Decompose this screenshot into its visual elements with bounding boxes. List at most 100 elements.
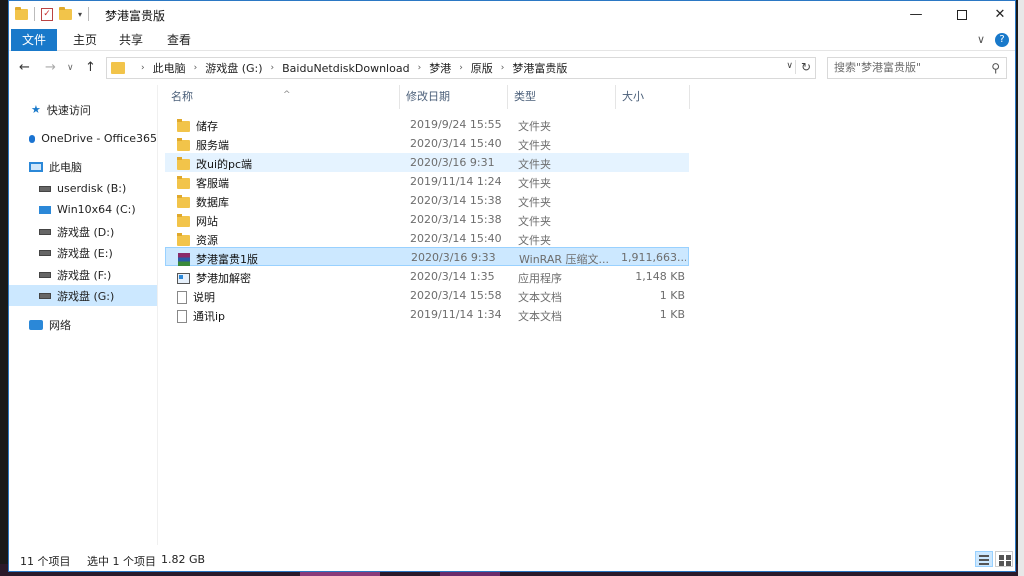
- nav-network[interactable]: 网络: [9, 314, 157, 335]
- chevron-right-icon[interactable]: ›: [194, 63, 198, 73]
- file-date: 2020/3/14 15:38: [410, 194, 502, 207]
- search-icon[interactable]: ⚲: [991, 58, 1000, 78]
- file-row[interactable]: 数据库 2020/3/14 15:38 文件夹: [165, 191, 689, 210]
- file-name: 客服端: [196, 177, 229, 190]
- chevron-right-icon[interactable]: ›: [418, 63, 422, 73]
- file-type: 文件夹: [518, 158, 551, 171]
- title-bar: ✓ ▾ 梦港富贵版 — ✕: [9, 1, 1015, 29]
- tab-home[interactable]: 主页: [61, 29, 109, 51]
- nav-drive-b[interactable]: userdisk (B:): [9, 178, 157, 199]
- expand-ribbon-icon[interactable]: ∨: [977, 33, 985, 47]
- nav-item-label: 网络: [49, 318, 71, 332]
- tab-view[interactable]: 查看: [155, 29, 203, 51]
- breadcrumb-current[interactable]: 梦港富贵版: [512, 60, 567, 76]
- file-type: 文本文档: [518, 291, 562, 304]
- breadcrumb-drive-g[interactable]: 游戏盘 (G:): [205, 60, 262, 76]
- folder-icon: [111, 62, 125, 74]
- recent-locations-button[interactable]: ∨: [67, 63, 74, 73]
- minimize-button[interactable]: —: [893, 1, 939, 29]
- nav-drive-f[interactable]: 游戏盘 (F:): [9, 264, 157, 285]
- file-date: 2020/3/14 15:58: [410, 289, 502, 302]
- chevron-right-icon[interactable]: ›: [459, 63, 463, 73]
- breadcrumb-original[interactable]: 原版: [471, 60, 493, 76]
- file-name: 储存: [196, 120, 218, 133]
- pc-icon: [29, 161, 43, 172]
- nav-this-pc[interactable]: 此电脑: [9, 156, 157, 177]
- file-row[interactable]: 网站 2020/3/14 15:38 文件夹: [165, 210, 689, 229]
- maximize-button[interactable]: [939, 1, 985, 29]
- breadcrumb-baidu[interactable]: BaiduNetdiskDownload: [282, 62, 409, 75]
- ribbon-tabs: 文件 主页 共享 查看 ∨ ?: [9, 29, 1015, 51]
- file-row[interactable]: 储存 2019/9/24 15:55 文件夹: [165, 115, 689, 134]
- file-type: 文件夹: [518, 234, 551, 247]
- nav-drive-e[interactable]: 游戏盘 (E:): [9, 242, 157, 263]
- file-size: 1 KB: [659, 289, 685, 302]
- file-date: 2019/9/24 15:55: [410, 118, 502, 131]
- up-button[interactable]: ↑: [85, 60, 96, 75]
- quick-access-toolbar: ✓ ▾: [15, 6, 90, 21]
- nav-drive-d[interactable]: 游戏盘 (D:): [9, 221, 157, 242]
- refresh-icon[interactable]: ↻: [794, 60, 811, 74]
- winrar-archive-icon: [178, 252, 190, 266]
- nav-drive-c[interactable]: Win10x64 (C:): [9, 199, 157, 220]
- file-row[interactable]: 改ui的pc端 2020/3/16 9:31 文件夹: [165, 153, 689, 172]
- file-type: WinRAR 压缩文...: [519, 253, 610, 266]
- item-count: 11 个项目: [20, 555, 71, 568]
- large-icons-view-button[interactable]: [995, 551, 1013, 567]
- file-name: 资源: [196, 234, 218, 247]
- nav-drive-g[interactable]: 游戏盘 (G:): [9, 285, 157, 306]
- folder-icon: [15, 6, 28, 20]
- selection-size: 1.82 GB: [161, 553, 206, 566]
- file-row[interactable]: 梦港加解密 2020/3/14 1:35 应用程序 1,148 KB: [165, 267, 689, 286]
- drive-icon: [39, 249, 51, 256]
- file-date: 2019/11/14 1:24: [410, 175, 502, 188]
- file-row[interactable]: 客服端 2019/11/14 1:24 文件夹: [165, 172, 689, 191]
- nav-item-label: 快速访问: [46, 103, 91, 117]
- file-name: 梦港加解密: [196, 272, 251, 285]
- search-input[interactable]: 搜索"梦港富贵版" ⚲: [827, 57, 1007, 79]
- folder-icon: [177, 194, 190, 208]
- column-header-type[interactable]: 类型: [508, 85, 616, 109]
- breadcrumb-this-pc[interactable]: 此电脑: [153, 60, 186, 76]
- back-button[interactable]: ←: [19, 60, 30, 75]
- file-row[interactable]: 说明 2020/3/14 15:58 文本文档 1 KB: [165, 286, 689, 305]
- chevron-right-icon[interactable]: ›: [501, 63, 505, 73]
- cloud-icon: [29, 134, 36, 143]
- chevron-right-icon[interactable]: ›: [141, 63, 145, 73]
- file-row[interactable]: 通讯ip 2019/11/14 1:34 文本文档 1 KB: [165, 305, 689, 324]
- properties-icon[interactable]: ✓: [41, 7, 53, 21]
- nav-item-label: OneDrive - Office365: [41, 132, 157, 145]
- breadcrumb-menggang[interactable]: 梦港: [429, 60, 451, 76]
- pane-divider[interactable]: [157, 85, 158, 545]
- column-header-size[interactable]: 大小: [616, 85, 690, 109]
- column-header-name[interactable]: 名称 ^: [165, 85, 400, 109]
- file-row[interactable]: 服务端 2020/3/14 15:40 文件夹: [165, 134, 689, 153]
- file-type: 文件夹: [518, 177, 551, 190]
- forward-button[interactable]: →: [45, 60, 56, 75]
- new-folder-icon[interactable]: [59, 6, 72, 20]
- address-dropdown-icon[interactable]: ∨: [786, 61, 793, 71]
- file-date: 2020/3/14 15:40: [410, 137, 502, 150]
- file-date: 2020/3/16 9:33: [411, 251, 496, 264]
- network-icon: [29, 319, 43, 330]
- tab-share[interactable]: 共享: [107, 29, 155, 51]
- folder-icon: [177, 175, 190, 189]
- nav-onedrive[interactable]: OneDrive - Office365: [9, 128, 157, 149]
- chevron-right-icon[interactable]: ›: [271, 63, 275, 73]
- nav-quick-access[interactable]: ★ 快速访问: [9, 99, 157, 120]
- file-row[interactable]: 资源 2020/3/14 15:40 文件夹: [165, 229, 689, 248]
- close-button[interactable]: ✕: [985, 1, 1015, 29]
- column-header-date[interactable]: 修改日期: [400, 85, 508, 109]
- details-view-button[interactable]: [975, 551, 993, 567]
- file-date: 2020/3/16 9:31: [410, 156, 495, 169]
- file-type: 文件夹: [518, 215, 551, 228]
- customize-toolbar-icon[interactable]: ▾: [78, 10, 82, 19]
- address-bar[interactable]: › 此电脑 › 游戏盘 (G:) › BaiduNetdiskDownload …: [106, 57, 816, 79]
- help-icon[interactable]: ?: [995, 33, 1009, 47]
- file-date: 2020/3/14 1:35: [410, 270, 495, 283]
- file-row-selected[interactable]: 梦港富贵1版 2020/3/16 9:33 WinRAR 压缩文... 1,91…: [165, 247, 689, 266]
- nav-item-label: Win10x64 (C:): [57, 203, 136, 216]
- tab-file[interactable]: 文件: [11, 29, 57, 51]
- file-type: 应用程序: [518, 272, 562, 285]
- file-name: 说明: [193, 291, 215, 304]
